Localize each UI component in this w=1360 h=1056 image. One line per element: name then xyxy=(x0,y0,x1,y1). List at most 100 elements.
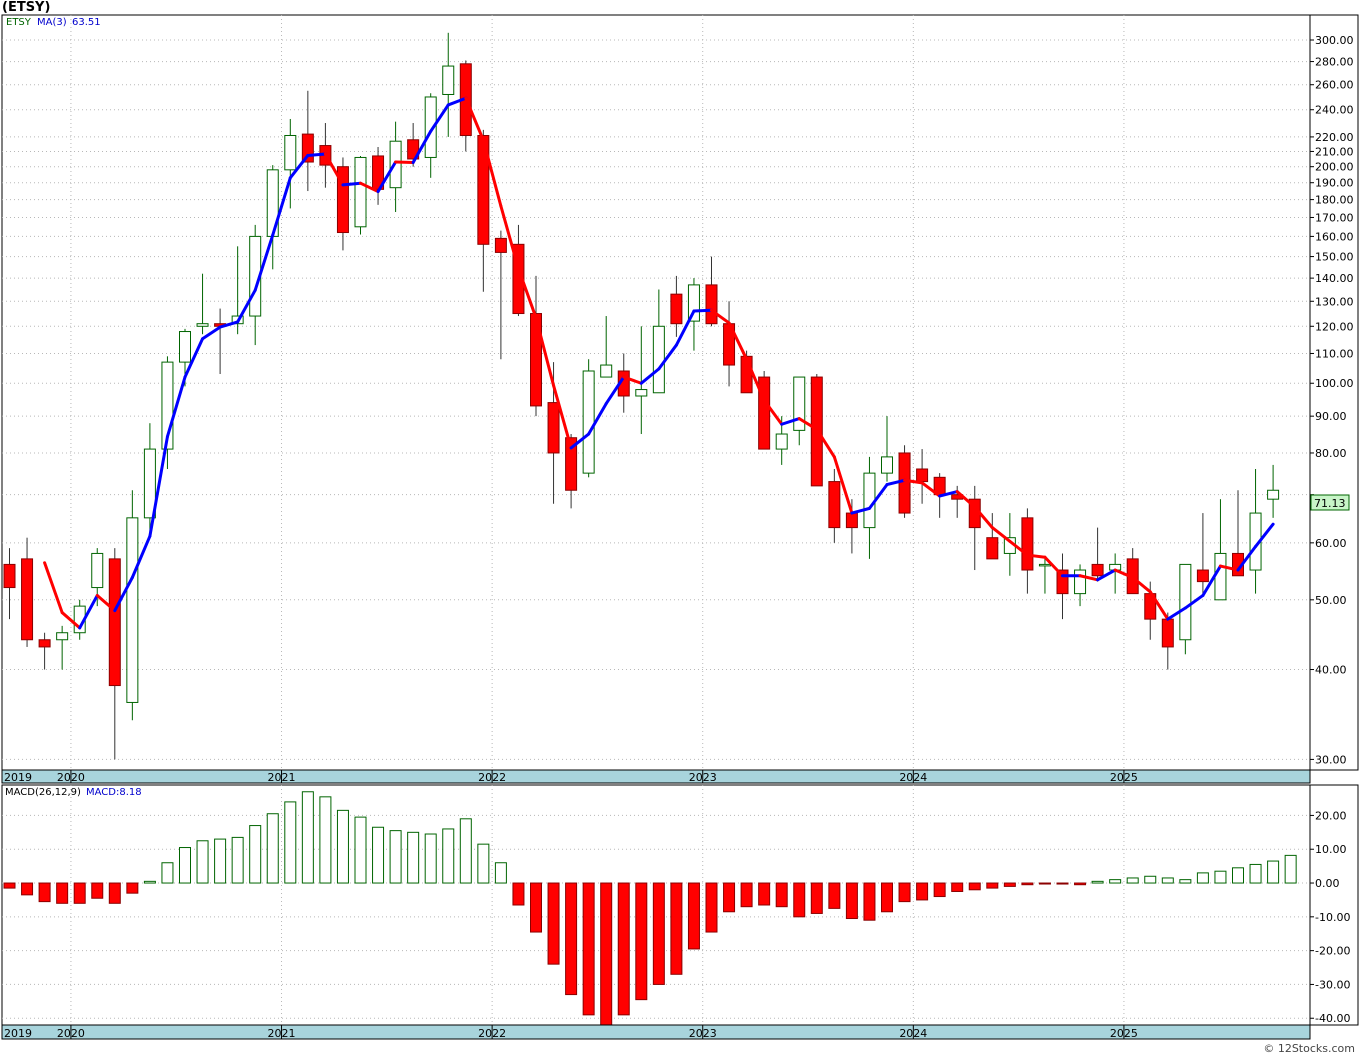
candle-body xyxy=(705,284,718,325)
macd-bar xyxy=(214,838,227,884)
macd-bar xyxy=(670,882,683,975)
candle-body xyxy=(652,325,665,394)
candle-body xyxy=(916,468,929,483)
macd-bar xyxy=(1161,877,1174,884)
ma3-segment xyxy=(692,308,713,313)
candle-body xyxy=(1196,569,1209,583)
candle-body xyxy=(845,512,858,529)
macd-bar xyxy=(916,882,929,901)
price-tick-label: 100.00 xyxy=(1315,377,1354,390)
macd-bar xyxy=(56,882,69,904)
price-tick-label: 130.00 xyxy=(1315,295,1354,308)
candle-body xyxy=(1267,489,1280,500)
candle-body xyxy=(126,517,139,703)
macd-bar xyxy=(723,882,736,913)
macd-bar xyxy=(705,882,718,933)
macd-bar xyxy=(477,843,490,884)
macd-bar xyxy=(600,882,613,1026)
candle-body xyxy=(881,456,893,474)
price-panel xyxy=(1,14,1359,771)
macd-tick-label: -10.00 xyxy=(1315,911,1350,924)
x-year-label: 2019 xyxy=(4,1027,32,1040)
macd-bar xyxy=(319,796,332,884)
macd-bar xyxy=(758,882,771,906)
macd-bar xyxy=(38,882,51,903)
price-tick-label: 90.00 xyxy=(1315,410,1347,423)
macd-bar xyxy=(512,882,525,906)
macd-bar xyxy=(73,882,86,904)
candle-body xyxy=(635,389,648,397)
candle-body xyxy=(179,331,191,363)
macd-tick-label: 10.00 xyxy=(1315,843,1347,856)
price-tick-label: 40.00 xyxy=(1315,664,1347,677)
price-tick-label: 190.00 xyxy=(1315,177,1354,190)
macd-bar xyxy=(740,882,753,908)
last-price-marker: 71.13 xyxy=(1310,494,1350,511)
macd-bar xyxy=(652,882,665,985)
candle-body xyxy=(1021,517,1034,571)
macd-bar xyxy=(354,816,367,884)
macd-tick-label: -30.00 xyxy=(1315,978,1350,991)
candle-body xyxy=(354,156,367,228)
macd-bar xyxy=(389,830,402,884)
price-tick-label: 160.00 xyxy=(1315,230,1354,243)
price-tick-label: 150.00 xyxy=(1315,251,1354,264)
candle-body xyxy=(108,558,121,687)
price-tick-label: 30.00 xyxy=(1315,753,1347,766)
macd-bar xyxy=(547,882,560,965)
macd-bar xyxy=(635,882,648,1001)
legend-ma-label: MA(3) xyxy=(37,17,67,28)
macd-bar xyxy=(407,831,420,884)
macd-bar xyxy=(933,882,946,898)
macd-bar xyxy=(582,882,595,1016)
macd-bar xyxy=(143,880,156,884)
price-tick-label: 180.00 xyxy=(1315,194,1354,207)
candle-body xyxy=(3,563,16,589)
macd-bar xyxy=(530,882,542,933)
candle-body xyxy=(196,323,209,327)
price-tick-label: 300.00 xyxy=(1315,34,1354,47)
macd-bar xyxy=(424,833,437,884)
macd-bar xyxy=(196,840,209,884)
macd-bar xyxy=(1074,882,1087,886)
macd-bar xyxy=(898,882,911,903)
macd-x-axis: 2019 2020 2021 2022 2023 2024 2025 xyxy=(1,1024,1311,1040)
macd-bar xyxy=(1232,867,1244,884)
price-tick-label: 110.00 xyxy=(1315,347,1354,360)
price-tick-label: 200.00 xyxy=(1315,161,1354,174)
macd-bar xyxy=(793,882,806,918)
macd-bar xyxy=(1038,882,1051,885)
macd-bar xyxy=(231,836,244,884)
price-tick-label: 210.00 xyxy=(1315,145,1354,158)
macd-bar xyxy=(442,828,455,884)
macd-bar xyxy=(91,882,104,899)
last-price-label: 71.13 xyxy=(1314,497,1346,510)
macd-tick-label: 0.00 xyxy=(1315,877,1340,890)
candle-body xyxy=(600,364,613,378)
candle-body xyxy=(986,537,999,560)
candle-body xyxy=(1161,618,1174,648)
macd-bar xyxy=(687,882,700,950)
price-axis-area xyxy=(1309,14,1359,771)
ma3-segment xyxy=(306,152,327,157)
price-tick-label: 240.00 xyxy=(1315,104,1354,117)
macd-bar xyxy=(1267,860,1280,884)
price-legend: ETSY MA(3) 63.51 xyxy=(6,17,101,28)
macd-bar xyxy=(1003,882,1016,887)
macd-tick-label: -20.00 xyxy=(1315,945,1350,958)
macd-bar xyxy=(1056,882,1069,885)
macd-bar xyxy=(810,882,823,914)
candle-body xyxy=(775,433,788,450)
macd-bar xyxy=(266,813,279,884)
candle-body xyxy=(1179,563,1192,641)
candle-body xyxy=(863,472,876,529)
candle-body xyxy=(1038,563,1051,567)
macd-bar xyxy=(249,825,262,884)
candle-body xyxy=(38,639,51,648)
x-year-label: 2019 xyxy=(4,771,32,784)
macd-bar xyxy=(986,882,999,889)
legend-ma-value: 63.51 xyxy=(72,17,101,28)
price-tick-label: 220.00 xyxy=(1315,131,1354,144)
price-tick-label: 140.00 xyxy=(1315,272,1354,285)
macd-bar xyxy=(845,882,858,920)
